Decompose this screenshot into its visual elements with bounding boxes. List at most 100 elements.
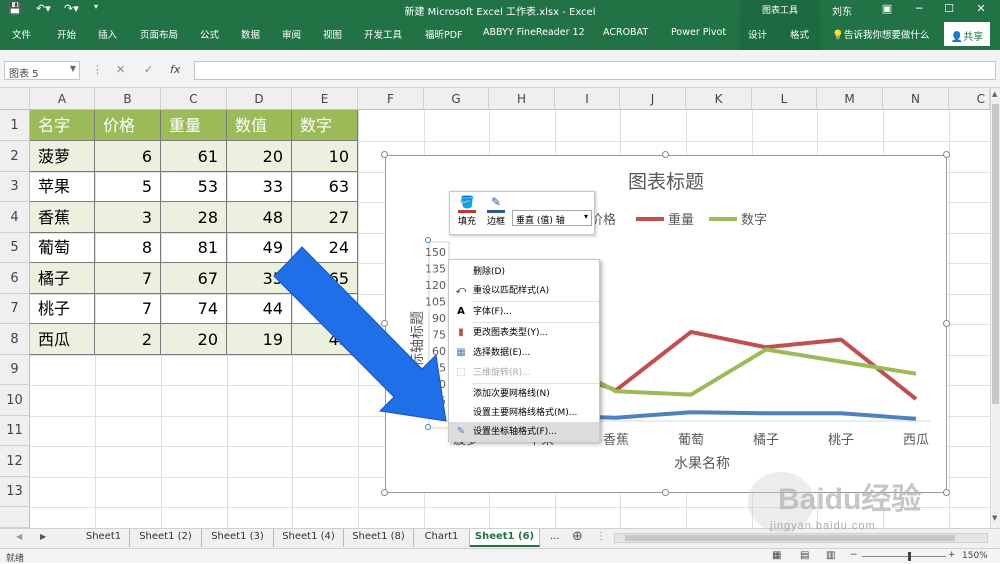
table-cell[interactable]: 74 — [161, 294, 227, 324]
table-cell[interactable]: 7 — [95, 263, 161, 294]
column-header[interactable]: H — [489, 88, 555, 110]
tab-power-pivot[interactable]: Power Pivot — [671, 27, 726, 38]
insert-function-button[interactable]: fx — [170, 63, 180, 76]
table-cell[interactable]: 5 — [95, 172, 161, 202]
zoom-slider[interactable] — [862, 556, 946, 557]
menu-item-change-chart-type[interactable]: ▮ 更改图表类型(Y)... — [449, 323, 599, 343]
resize-handle[interactable] — [381, 489, 388, 496]
sheet-tab[interactable]: Sheet1 (3) — [202, 529, 274, 547]
table-cell[interactable]: 8 — [95, 233, 161, 263]
table-cell[interactable]: 葡萄 — [30, 233, 95, 263]
page-break-view-icon[interactable]: ▥ — [826, 550, 835, 561]
menu-item-delete[interactable]: 删除(D) — [449, 262, 599, 282]
chart-title[interactable]: 图表标题 — [628, 171, 704, 193]
table-cell[interactable]: 27 — [292, 202, 358, 233]
tab-data[interactable]: 数据 — [241, 27, 260, 41]
table-cell[interactable]: 28 — [161, 202, 227, 233]
maximize-button[interactable]: ☐ — [934, 0, 964, 18]
resize-handle[interactable] — [943, 151, 950, 158]
table-cell[interactable]: 7 — [95, 294, 161, 324]
resize-handle[interactable] — [381, 151, 388, 158]
tab-acrobat[interactable]: ACROBAT — [603, 27, 648, 38]
close-button[interactable]: ✕ — [966, 0, 996, 18]
menu-item-font[interactable]: A 字体(F)... — [449, 302, 599, 322]
table-cell[interactable]: 44 — [227, 294, 292, 324]
row-header[interactable]: 9 — [0, 355, 30, 385]
sheet-tab[interactable]: Sheet1 (2) — [130, 529, 202, 547]
scroll-tabs-right-icon[interactable]: ▶ — [40, 532, 46, 541]
row-header[interactable]: 10 — [0, 385, 30, 416]
column-header[interactable]: L — [752, 88, 817, 110]
column-header[interactable]: J — [620, 88, 686, 110]
column-header[interactable]: M — [817, 88, 883, 110]
table-cell[interactable]: 53 — [161, 172, 227, 202]
tab-design[interactable]: 设计 — [748, 27, 767, 41]
table-cell[interactable]: 63 — [292, 172, 358, 202]
table-cell[interactable]: 49 — [227, 233, 292, 263]
column-header[interactable]: D — [227, 88, 292, 110]
tell-me-box[interactable]: 💡告诉我你想要做什么 — [832, 27, 929, 41]
table-cell[interactable]: 20 — [161, 324, 227, 355]
x-axis-title[interactable]: 水果名称 — [674, 456, 730, 472]
row-header[interactable]: 1 — [0, 110, 30, 141]
tab-home[interactable]: 开始 — [57, 27, 76, 41]
sheet-tab[interactable]: Sheet1 — [78, 529, 130, 547]
menu-item-add-minor-gridlines[interactable]: 添加次要网格线(N) — [449, 384, 599, 404]
table-cell[interactable]: 19 — [227, 324, 292, 355]
table-cell[interactable]: 香蕉 — [30, 202, 95, 233]
resize-handle[interactable] — [662, 489, 669, 496]
row-header[interactable]: 2 — [0, 141, 30, 172]
cancel-icon[interactable]: ✕ — [116, 63, 125, 76]
table-cell[interactable]: 35 — [227, 263, 292, 294]
ribbon-display-icon[interactable]: ▣ — [872, 0, 902, 18]
table-cell[interactable]: 81 — [161, 233, 227, 263]
table-cell[interactable]: 33 — [227, 172, 292, 202]
more-sheets-button[interactable]: ... — [550, 531, 560, 542]
table-resize-handle[interactable] — [354, 350, 359, 355]
row-header[interactable]: 3 — [0, 172, 30, 202]
chart-element-select[interactable]: 垂直 (值) 轴 ▾ — [512, 210, 592, 226]
column-header[interactable]: I — [555, 88, 620, 110]
table-cell[interactable]: 65 — [292, 263, 358, 294]
zoom-out-button[interactable]: − — [850, 550, 858, 560]
sheet-tab[interactable]: Chart1 — [414, 529, 470, 547]
table-cell[interactable]: 20 — [227, 141, 292, 172]
resize-handle[interactable] — [381, 320, 388, 327]
column-header[interactable]: C — [161, 88, 227, 110]
menu-item-select-data[interactable]: ▦ 选择数据(E)... — [449, 343, 599, 363]
row-header[interactable]: 11 — [0, 416, 30, 446]
menu-item-format-axis[interactable]: ✎ 设置坐标轴格式(F)... — [449, 422, 599, 442]
add-sheet-button[interactable]: ⊕ — [572, 529, 583, 544]
tab-developer[interactable]: 开发工具 — [364, 27, 402, 41]
column-header[interactable]: A — [30, 88, 95, 110]
column-header[interactable]: E — [292, 88, 358, 110]
table-cell[interactable]: 48 — [227, 202, 292, 233]
name-box[interactable]: 图表 5 ▼ — [4, 61, 80, 80]
zoom-in-button[interactable]: + — [948, 550, 956, 560]
table-cell[interactable]: 苹果 — [30, 172, 95, 202]
tab-abbyy[interactable]: ABBYY FineReader 12 — [483, 27, 585, 38]
select-all-corner[interactable] — [0, 88, 30, 110]
table-cell[interactable]: 橘子 — [30, 263, 95, 294]
fill-button[interactable]: 🪣 填充 — [454, 195, 480, 233]
scroll-thumb[interactable] — [992, 104, 999, 404]
table-cell[interactable]: 67 — [161, 263, 227, 294]
table-header-cell[interactable]: 重量 — [161, 110, 227, 141]
enter-icon[interactable]: ✓ — [144, 63, 153, 76]
scroll-up-icon[interactable]: ▲ — [992, 90, 997, 98]
table-cell[interactable]: 2 — [95, 324, 161, 355]
y-axis-title[interactable]: 坐标轴标题 — [410, 311, 426, 381]
menu-item-reset-style[interactable]: ⤺ 重设以匹配样式(A) — [449, 281, 599, 301]
tab-review[interactable]: 审阅 — [282, 27, 301, 41]
sheet-tab[interactable]: Sheet1 (8) — [344, 529, 414, 547]
resize-handle[interactable] — [662, 151, 669, 158]
row-header[interactable]: 8 — [0, 324, 30, 355]
zoom-level[interactable]: 150% — [962, 551, 988, 561]
column-header[interactable]: K — [686, 88, 752, 110]
tab-page-layout[interactable]: 页面布局 — [140, 27, 178, 41]
table-header-cell[interactable]: 名字 — [30, 110, 95, 141]
column-header[interactable]: N — [883, 88, 949, 110]
row-header[interactable]: 7 — [0, 294, 30, 324]
scroll-down-icon[interactable]: ▼ — [992, 514, 997, 522]
tab-file[interactable]: 文件 — [12, 27, 31, 41]
